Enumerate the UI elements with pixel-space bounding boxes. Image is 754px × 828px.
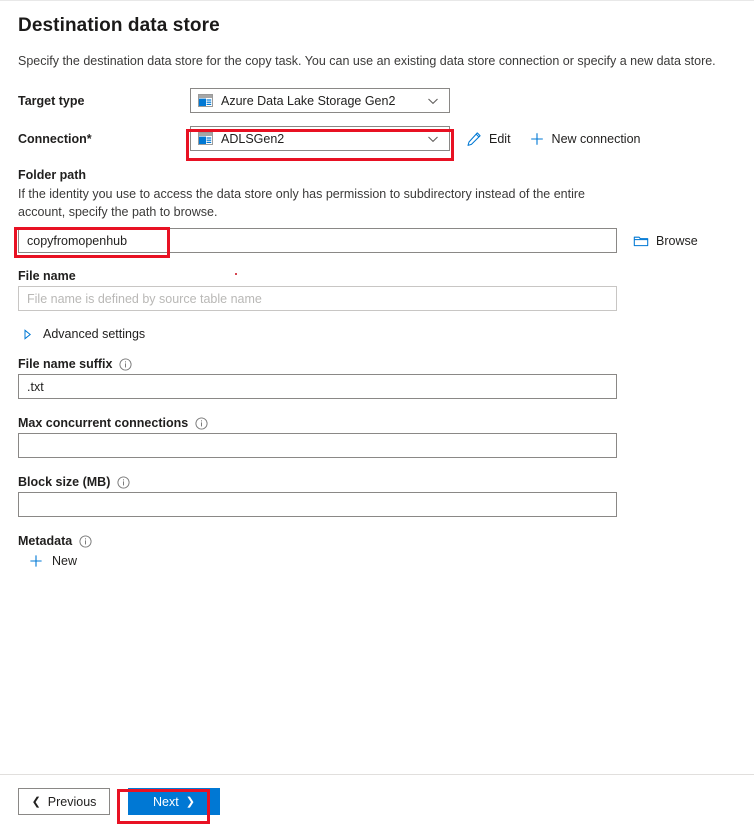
next-button[interactable]: Next ❯ — [128, 788, 220, 815]
edit-connection-button[interactable]: Edit — [466, 131, 511, 147]
file-name-suffix-input[interactable] — [18, 374, 617, 399]
metadata-new-button[interactable]: New — [28, 553, 77, 569]
folder-path-block: Folder path If the identity you use to a… — [18, 168, 738, 253]
max-concurrent-connections-label: Max concurrent connections — [18, 416, 738, 430]
info-icon[interactable] — [79, 535, 92, 548]
connection-dropdown[interactable]: ADLSGen2 — [190, 126, 450, 151]
max-concurrent-connections-label-text: Max concurrent connections — [18, 416, 188, 430]
new-connection-button[interactable]: New connection — [529, 131, 641, 147]
folder-path-label: Folder path — [18, 168, 738, 182]
metadata-new-label: New — [52, 554, 77, 568]
chevron-left-icon: ❮ — [32, 795, 41, 808]
block-size-block: Block size (MB) — [18, 475, 738, 517]
form-content: Destination data store Specify the desti… — [18, 15, 738, 569]
block-size-label-text: Block size (MB) — [18, 475, 110, 489]
metadata-label-text: Metadata — [18, 534, 72, 548]
plus-icon — [28, 553, 44, 569]
chevron-down-icon — [426, 132, 440, 146]
connection-row: Connection* ADLSGen2 — [18, 126, 738, 152]
folder-path-input[interactable] — [18, 228, 617, 253]
page-title: Destination data store — [18, 15, 738, 38]
annotation-dot — [235, 273, 237, 275]
info-icon[interactable] — [195, 417, 208, 430]
next-label: Next — [153, 795, 179, 809]
previous-label: Previous — [48, 795, 97, 809]
folder-path-row: Browse — [18, 228, 738, 253]
target-type-value: Azure Data Lake Storage Gen2 — [213, 94, 426, 108]
target-type-dropdown[interactable]: Azure Data Lake Storage Gen2 — [190, 88, 450, 113]
file-name-block: File name — [18, 269, 738, 311]
info-icon[interactable] — [117, 476, 130, 489]
metadata-block: Metadata New — [18, 534, 738, 569]
max-concurrent-connections-block: Max concurrent connections — [18, 416, 738, 458]
connection-label-text: Connection — [18, 132, 87, 146]
browse-button[interactable]: Browse — [633, 233, 698, 249]
file-name-suffix-block: File name suffix — [18, 357, 738, 399]
metadata-label: Metadata — [18, 534, 738, 548]
edit-label: Edit — [489, 132, 511, 146]
browse-label: Browse — [656, 234, 698, 248]
destination-data-store-page: Destination data store Specify the desti… — [0, 1, 754, 828]
file-name-input[interactable] — [18, 286, 617, 311]
folder-icon — [633, 233, 649, 249]
required-marker: * — [87, 132, 92, 146]
chevron-right-icon: ❯ — [186, 795, 195, 808]
advanced-settings-expander[interactable]: Advanced settings — [22, 327, 738, 341]
page-description: Specify the destination data store for t… — [18, 52, 738, 70]
connection-commands: Edit New connection — [466, 131, 659, 147]
adls-gen2-icon — [198, 94, 213, 107]
target-type-row: Target type Azure Data Lake Storage Gen2 — [18, 88, 738, 114]
connection-label: Connection* — [18, 132, 190, 146]
info-icon[interactable] — [119, 358, 132, 371]
chevron-down-icon — [426, 94, 440, 108]
chevron-right-icon — [22, 329, 33, 340]
new-connection-label: New connection — [552, 132, 641, 146]
previous-button[interactable]: ❮ Previous — [18, 788, 110, 815]
target-type-label: Target type — [18, 94, 190, 108]
connection-value: ADLSGen2 — [213, 132, 426, 146]
block-size-input[interactable] — [18, 492, 617, 517]
block-size-label: Block size (MB) — [18, 475, 738, 489]
advanced-settings-label: Advanced settings — [43, 327, 145, 341]
folder-path-help: If the identity you use to access the da… — [18, 185, 618, 221]
max-concurrent-connections-input[interactable] — [18, 433, 617, 458]
wizard-footer: ❮ Previous Next ❯ — [0, 774, 754, 828]
file-name-label: File name — [18, 269, 738, 283]
file-name-suffix-label-text: File name suffix — [18, 357, 112, 371]
pencil-icon — [466, 131, 482, 147]
file-name-suffix-label: File name suffix — [18, 357, 738, 371]
plus-icon — [529, 131, 545, 147]
adls-gen2-icon — [198, 132, 213, 145]
